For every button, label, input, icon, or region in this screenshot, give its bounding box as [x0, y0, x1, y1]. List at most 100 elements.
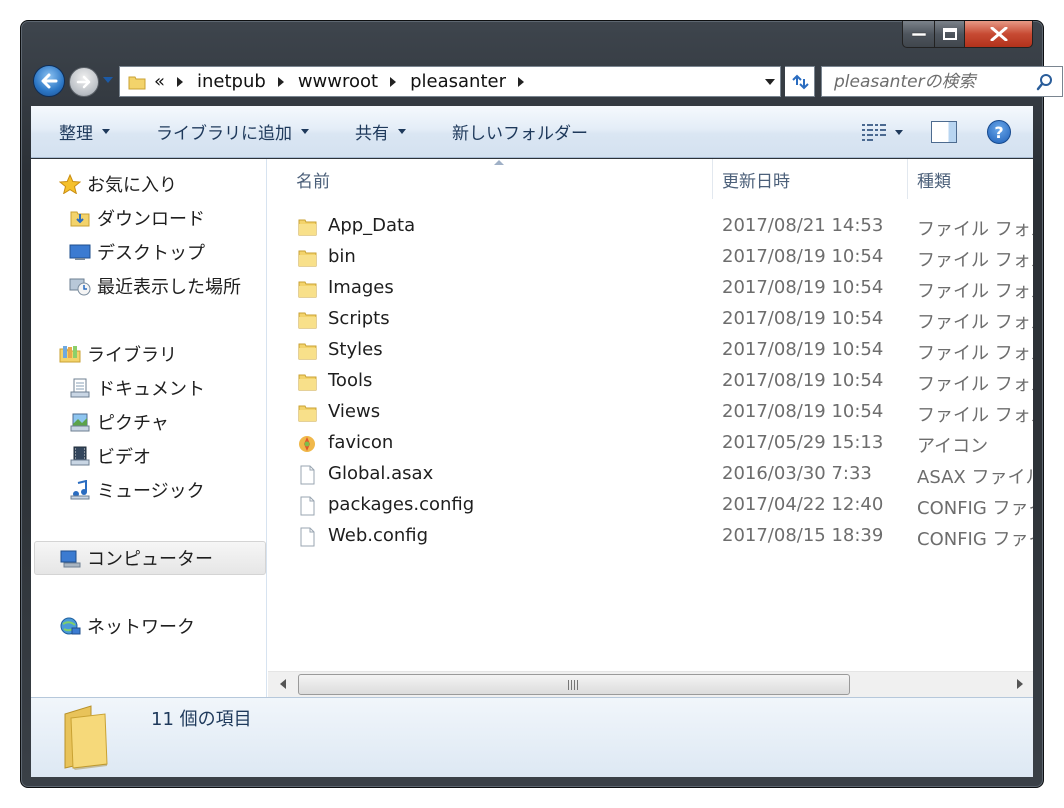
back-button[interactable]: [33, 65, 65, 97]
file-type: ASAX ファイル: [917, 467, 1033, 488]
file-date: 2017/04/22 12:40: [722, 494, 884, 515]
sidebar-item-computer[interactable]: コンピューター: [59, 545, 213, 571]
file-name: bin: [328, 246, 356, 267]
table-row[interactable]: Web.config 2017/08/15 18:39 CONFIG ファイル: [268, 521, 1033, 552]
file-name: favicon: [328, 432, 394, 453]
table-row[interactable]: Global.asax 2016/03/30 7:33 ASAX ファイル: [268, 459, 1033, 490]
sidebar-item-favorites[interactable]: お気に入り: [59, 171, 177, 197]
sidebar-item-music[interactable]: ミュージック: [69, 477, 205, 503]
file-type: ファイル フォルダー: [917, 312, 1033, 333]
folder-icon: [296, 372, 318, 392]
file-date: 2017/08/15 18:39: [722, 525, 884, 546]
view-dropdown-icon[interactable]: [895, 129, 903, 135]
close-button[interactable]: [965, 21, 1033, 48]
table-row[interactable]: Images 2017/08/19 10:54 ファイル フォルダー: [268, 273, 1033, 304]
share-button[interactable]: 共有: [355, 119, 406, 144]
sidebar-item-network[interactable]: ネットワーク: [59, 613, 195, 639]
table-row[interactable]: favicon 2017/05/29 15:13 アイコン: [268, 428, 1033, 459]
refresh-button[interactable]: [785, 66, 815, 97]
search-box[interactable]: [821, 66, 1063, 97]
sidebar-item-documents[interactable]: ドキュメント: [69, 375, 205, 401]
file-date: 2017/08/19 10:54: [722, 246, 884, 267]
table-row[interactable]: packages.config 2017/04/22 12:40 CONFIG ファ…: [268, 490, 1033, 521]
table-row[interactable]: App_Data 2017/08/21 14:53 ファイル フォルダー: [268, 211, 1033, 242]
file-type: CONFIG ファイル: [917, 498, 1033, 519]
music-icon: [69, 480, 91, 500]
minimize-button[interactable]: [902, 21, 935, 48]
minimize-icon: [911, 32, 926, 37]
new-folder-button[interactable]: 新しいフォルダー: [452, 119, 588, 144]
file-type: ファイル フォルダー: [917, 281, 1033, 302]
file-date: 2017/08/19 10:54: [722, 370, 884, 391]
sidebar-item-libraries[interactable]: ライブラリ: [59, 341, 177, 367]
desktop-icon: [69, 242, 91, 262]
scroll-left-icon[interactable]: [280, 679, 286, 689]
maximize-button[interactable]: [935, 21, 965, 48]
help-icon[interactable]: ?: [987, 120, 1011, 144]
scroll-right-icon[interactable]: [1017, 679, 1023, 689]
navigation-bar: « inetpub wwwroot pleasanter: [33, 64, 1063, 98]
folder-icon: [296, 279, 318, 299]
close-icon: [990, 27, 1007, 41]
table-row[interactable]: bin 2017/08/19 10:54 ファイル フォルダー: [268, 242, 1033, 273]
sidebar-item-videos[interactable]: ビデオ: [69, 443, 151, 469]
forward-button[interactable]: [69, 67, 99, 97]
folder-icon: [296, 341, 318, 361]
libraries-icon: [59, 344, 81, 364]
sidebar-item-desktop[interactable]: デスクトップ: [69, 239, 205, 265]
chevron-right-icon[interactable]: [177, 76, 184, 87]
toolbar-right: ?: [861, 106, 1033, 158]
folder-icon: [296, 310, 318, 330]
column-header-type[interactable]: 種類: [917, 159, 1033, 199]
include-in-library-button[interactable]: ライブラリに追加: [156, 119, 309, 144]
chevron-right-icon[interactable]: [277, 76, 284, 87]
search-icon[interactable]: [1036, 73, 1054, 91]
table-row[interactable]: Tools 2017/08/19 10:54 ファイル フォルダー: [268, 366, 1033, 397]
file-date: 2017/08/21 14:53: [722, 215, 884, 236]
file-date: 2017/08/19 10:54: [722, 277, 884, 298]
address-history-dropdown[interactable]: [758, 67, 780, 96]
table-row[interactable]: Styles 2017/08/19 10:54 ファイル フォルダー: [268, 335, 1033, 366]
recent-pages-dropdown[interactable]: [103, 77, 113, 83]
favicon-icon: [296, 434, 318, 454]
file-type: ファイル フォルダー: [917, 374, 1033, 395]
folder-icon: [128, 76, 146, 89]
column-divider[interactable]: [712, 159, 713, 199]
organize-button[interactable]: 整理: [59, 119, 110, 144]
view-options-icon[interactable]: [861, 122, 887, 142]
column-divider[interactable]: [907, 159, 908, 199]
file-name: Images: [328, 277, 394, 298]
preview-pane-icon[interactable]: [931, 121, 957, 143]
breadcrumb-pleasanter[interactable]: pleasanter: [410, 71, 538, 92]
chevron-right-icon[interactable]: [517, 76, 524, 87]
chevron-down-icon: [764, 78, 775, 85]
file-type: アイコン: [917, 436, 989, 457]
sidebar-item-pictures[interactable]: ピクチャ: [69, 409, 169, 435]
sidebar-item-recent-places[interactable]: 最近表示した場所: [69, 273, 241, 299]
file-date: 2017/05/29 15:13: [722, 432, 884, 453]
scrollbar-thumb[interactable]: [298, 674, 850, 695]
column-header-date[interactable]: 更新日時: [722, 159, 908, 199]
sidebar-item-downloads[interactable]: ダウンロード: [69, 205, 205, 231]
file-date: 2017/08/19 10:54: [722, 401, 884, 422]
breadcrumb-wwwroot[interactable]: wwwroot: [298, 71, 410, 92]
horizontal-scrollbar[interactable]: [268, 671, 1033, 697]
file-icon: [296, 496, 318, 516]
breadcrumb-inetpub[interactable]: inetpub: [197, 71, 298, 92]
address-bar[interactable]: « inetpub wwwroot pleasanter: [119, 66, 781, 97]
file-list: 名前 更新日時 種類 App_Data 2017/08/21 14:53 ファイル …: [268, 159, 1033, 671]
file-type: ファイル フォルダー: [917, 343, 1033, 364]
file-name: Styles: [328, 339, 383, 360]
breadcrumb-overflow[interactable]: «: [154, 71, 197, 92]
table-row[interactable]: Scripts 2017/08/19 10:54 ファイル フォルダー: [268, 304, 1033, 335]
star-icon: [59, 174, 81, 194]
folder-icon: [296, 217, 318, 237]
chevron-right-icon[interactable]: [390, 76, 397, 87]
search-input[interactable]: [834, 71, 1024, 92]
pictures-icon: [69, 412, 91, 432]
chevron-down-icon: [301, 129, 309, 134]
table-row[interactable]: Views 2017/08/19 10:54 ファイル フォルダー: [268, 397, 1033, 428]
column-header-name[interactable]: 名前: [296, 159, 712, 199]
file-name: Web.config: [328, 525, 429, 546]
folder-icon: [296, 248, 318, 268]
